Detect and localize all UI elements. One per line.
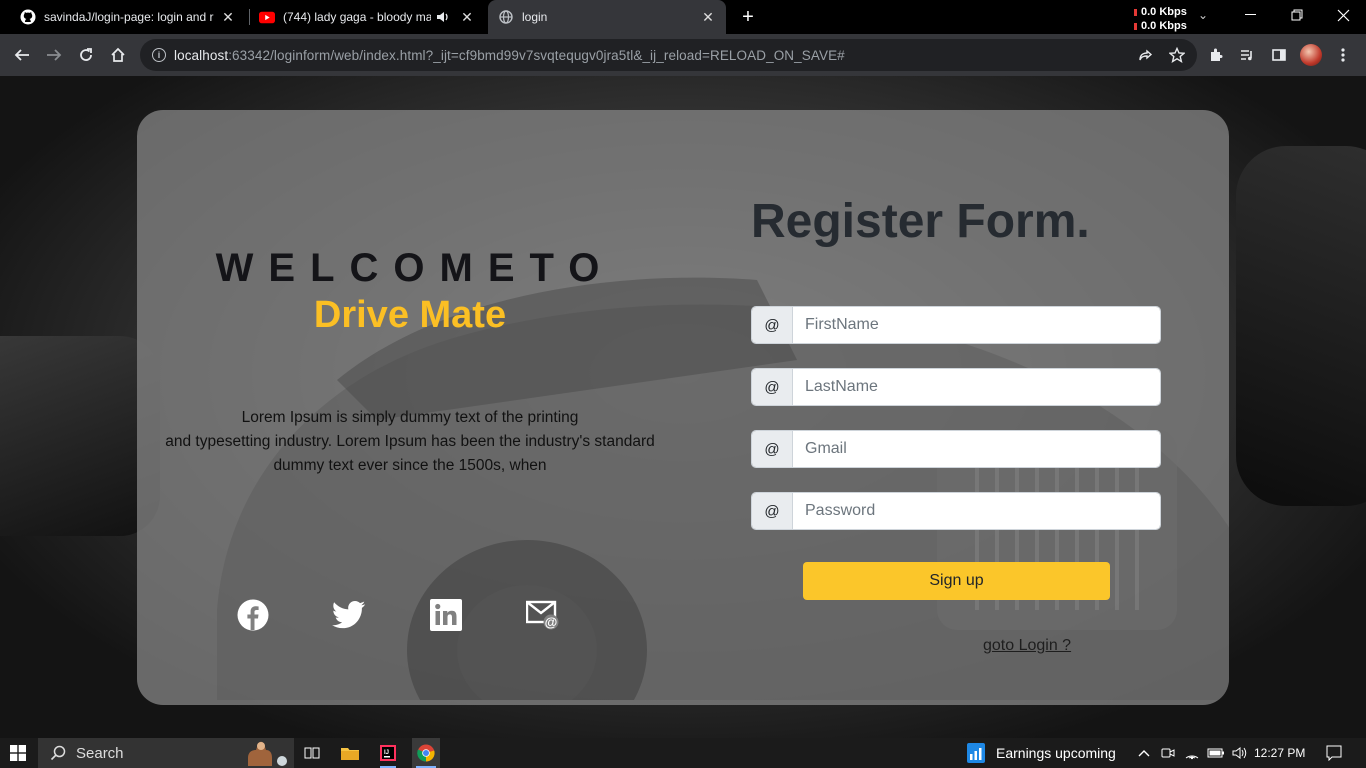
- speaker-icon[interactable]: [435, 9, 451, 25]
- password-field: @: [751, 492, 1161, 530]
- news-text: Earnings upcoming: [996, 745, 1116, 761]
- star-icon[interactable]: [1164, 42, 1190, 68]
- intro-line: Lorem Ipsum is simply dummy text of the …: [241, 409, 579, 426]
- intro-line: and typesetting industry. Lorem Ipsum ha…: [165, 433, 655, 450]
- address-bar[interactable]: i localhost:63342/loginform/web/index.ht…: [140, 39, 1197, 71]
- download-speed: 0.0 Kbps: [1141, 20, 1187, 32]
- volume-icon[interactable]: [1230, 738, 1250, 768]
- at-prefix: @: [752, 307, 793, 343]
- tab-title: login: [522, 10, 548, 24]
- menu-icon[interactable]: [1330, 42, 1356, 68]
- windows-start-icon[interactable]: [0, 738, 36, 768]
- wifi-icon[interactable]: [1182, 738, 1202, 768]
- chrome-icon[interactable]: [412, 738, 440, 768]
- news-widget[interactable]: Earnings upcoming: [966, 738, 1126, 768]
- network-speed: 0.0 Kbps 0.0 Kbps: [1134, 5, 1187, 33]
- media-control-icon[interactable]: [1234, 42, 1260, 68]
- tab-title: savindaJ/login-page: login and r: [44, 10, 214, 24]
- task-view-icon[interactable]: [300, 738, 324, 768]
- home-icon[interactable]: [105, 42, 131, 68]
- back-icon[interactable]: [9, 42, 35, 68]
- gmail-field: @: [751, 430, 1161, 468]
- welcome-heading: WELCOMETO: [215, 246, 615, 290]
- facebook-icon[interactable]: [236, 598, 270, 632]
- globe-icon: [498, 9, 514, 25]
- chevron-down-icon[interactable]: ⌄: [1198, 8, 1208, 22]
- gmail-input[interactable]: [793, 431, 1160, 467]
- share-icon[interactable]: [1133, 42, 1159, 68]
- background-car-right: [1236, 146, 1366, 506]
- battery-icon[interactable]: [1206, 738, 1226, 768]
- chevron-up-icon[interactable]: [1134, 738, 1154, 768]
- profile-avatar[interactable]: [1300, 44, 1322, 66]
- tab-youtube[interactable]: (744) lady gaga - bloody ma ✕: [249, 0, 485, 34]
- intro-text: Lorem Ipsum is simply dummy text of the …: [137, 406, 683, 478]
- tab-login[interactable]: login ✕: [488, 0, 726, 34]
- close-icon[interactable]: ✕: [459, 9, 475, 25]
- brand-name: Drive Mate: [313, 294, 507, 336]
- intellij-icon[interactable]: IJ: [376, 738, 400, 768]
- svg-text:@: @: [545, 615, 558, 630]
- firstname-field: @: [751, 306, 1161, 344]
- twitter-icon[interactable]: [332, 598, 366, 632]
- background-car-left: [0, 336, 160, 536]
- restore-button[interactable]: [1274, 0, 1320, 30]
- url-host: localhost: [174, 47, 229, 63]
- password-input[interactable]: [793, 493, 1160, 529]
- taskbar-search[interactable]: Search: [38, 738, 294, 768]
- close-icon[interactable]: ✕: [220, 9, 236, 25]
- file-explorer-icon[interactable]: [338, 738, 362, 768]
- email-icon[interactable]: @: [526, 598, 560, 632]
- close-window-button[interactable]: [1320, 0, 1366, 30]
- linkedin-icon[interactable]: [429, 598, 463, 632]
- notification-icon[interactable]: [1322, 738, 1346, 768]
- lastname-input[interactable]: [793, 369, 1160, 405]
- browser-toolbar: i localhost:63342/loginform/web/index.ht…: [0, 34, 1366, 76]
- page-viewport: WELCOMETO Drive Mate Lorem Ipsum is simp…: [0, 76, 1366, 738]
- reload-icon[interactable]: [73, 42, 99, 68]
- forward-icon[interactable]: [41, 42, 67, 68]
- search-highlight-icon: [244, 740, 290, 766]
- extensions-icon[interactable]: [1203, 42, 1229, 68]
- goto-login-link[interactable]: goto Login ?: [983, 637, 1071, 655]
- side-panel-icon[interactable]: [1266, 42, 1292, 68]
- stock-news-icon: [967, 743, 985, 763]
- windows-taskbar: Search IJ Earnings upcoming 12:27 PM: [0, 738, 1366, 768]
- firstname-input[interactable]: [793, 307, 1160, 343]
- tab-github[interactable]: savindaJ/login-page: login and r ✕: [10, 0, 246, 34]
- url-text: localhost:63342/loginform/web/index.html…: [174, 48, 845, 63]
- info-icon[interactable]: i: [152, 48, 166, 62]
- at-prefix: @: [752, 431, 793, 467]
- meet-now-icon[interactable]: [1158, 738, 1178, 768]
- upload-speed: 0.0 Kbps: [1141, 6, 1187, 18]
- github-icon: [20, 9, 36, 25]
- intro-line: dummy text ever since the 1500s, when: [273, 457, 547, 474]
- close-icon[interactable]: ✕: [700, 9, 716, 25]
- tab-strip: savindaJ/login-page: login and r ✕ (744)…: [0, 0, 1366, 34]
- lastname-field: @: [751, 368, 1161, 406]
- tab-title: (744) lady gaga - bloody ma: [283, 10, 431, 24]
- register-card: WELCOMETO Drive Mate Lorem Ipsum is simp…: [137, 110, 1229, 705]
- search-label: Search: [76, 744, 124, 762]
- search-icon: [50, 745, 66, 761]
- at-prefix: @: [752, 369, 793, 405]
- minimize-button[interactable]: [1228, 0, 1274, 30]
- taskbar-clock[interactable]: 12:27 PM: [1254, 738, 1305, 768]
- new-tab-button[interactable]: +: [736, 5, 760, 29]
- signup-button[interactable]: Sign up: [803, 562, 1110, 600]
- at-prefix: @: [752, 493, 793, 529]
- youtube-icon: [259, 9, 275, 25]
- url-path: :63342/loginform/web/index.html?_ijt=cf9…: [228, 47, 845, 63]
- form-title: Register Form.: [751, 195, 1090, 248]
- svg-text:IJ: IJ: [384, 750, 389, 756]
